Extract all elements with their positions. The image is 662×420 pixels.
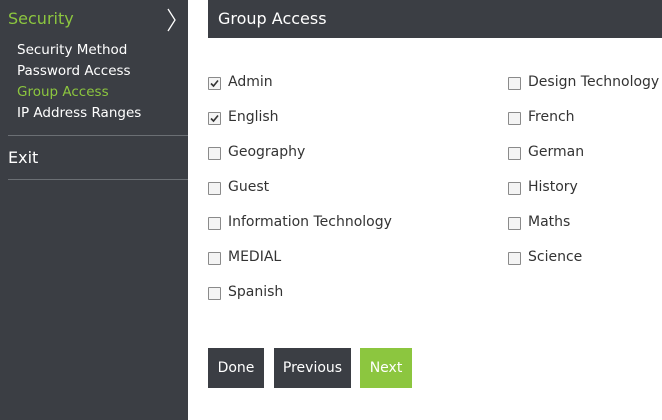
sidebar-item-security-method[interactable]: Security Method (17, 42, 127, 58)
group-label: Information Technology (228, 214, 392, 230)
page-header: Group Access (208, 0, 662, 38)
group-checkbox-row[interactable]: MEDIAL (208, 248, 488, 268)
checkbox[interactable] (508, 147, 521, 160)
sidebar-divider (8, 135, 188, 136)
group-label: History (528, 179, 578, 195)
checkbox[interactable] (208, 252, 221, 265)
group-label: Science (528, 249, 583, 265)
sidebar-section-security[interactable]: Security (0, 0, 188, 40)
group-checkbox-row[interactable]: French (508, 108, 658, 128)
checkbox[interactable] (208, 112, 221, 125)
checkbox[interactable] (208, 77, 221, 90)
sidebar-section-title: Security (8, 9, 74, 28)
checkbox[interactable] (208, 182, 221, 195)
group-checkbox-row[interactable]: German (508, 143, 658, 163)
previous-button[interactable]: Previous (274, 348, 351, 388)
next-button[interactable]: Next (360, 348, 412, 388)
group-checkbox-row[interactable]: English (208, 108, 488, 128)
sidebar-item-ip-address-ranges[interactable]: IP Address Ranges (17, 105, 141, 121)
checkbox[interactable] (508, 217, 521, 230)
checkbox[interactable] (208, 287, 221, 300)
group-checkbox-row[interactable]: Design Technology (508, 73, 660, 93)
checkbox[interactable] (208, 147, 221, 160)
checkbox[interactable] (508, 77, 521, 90)
page-title: Group Access (218, 9, 327, 28)
group-label: Guest (228, 179, 270, 195)
group-checkbox-row[interactable]: Maths (508, 213, 658, 233)
group-label: English (228, 109, 279, 125)
group-label: Spanish (228, 284, 284, 300)
sidebar-item-password-access[interactable]: Password Access (17, 63, 131, 79)
checkbox[interactable] (208, 217, 221, 230)
group-label: Geography (228, 144, 306, 160)
group-label: Admin (228, 74, 273, 90)
checkbox[interactable] (508, 182, 521, 195)
group-checkbox-row[interactable]: Science (508, 248, 658, 268)
group-checkbox-row[interactable]: Admin (208, 73, 488, 93)
sidebar-divider (8, 179, 188, 180)
group-checkbox-row[interactable]: Spanish (208, 283, 488, 303)
group-label: German (528, 144, 585, 160)
group-label: Design Technology (528, 74, 660, 90)
checkbox[interactable] (508, 252, 521, 265)
checkmark-icon (210, 114, 219, 123)
sidebar-item-group-access[interactable]: Group Access (17, 84, 109, 100)
group-checkbox-row[interactable]: Guest (208, 178, 488, 198)
group-label: French (528, 109, 575, 125)
group-label: MEDIAL (228, 249, 282, 265)
checkbox[interactable] (508, 112, 521, 125)
group-label: Maths (528, 214, 571, 230)
group-checkbox-row[interactable]: History (508, 178, 658, 198)
sidebar: Security Security Method Password Access… (0, 0, 188, 420)
done-button[interactable]: Done (208, 348, 264, 388)
sidebar-item-exit[interactable]: Exit (8, 148, 38, 167)
group-checkbox-row[interactable]: Geography (208, 143, 488, 163)
checkmark-icon (210, 79, 219, 88)
chevron-right-icon (167, 8, 176, 32)
group-checkbox-row[interactable]: Information Technology (208, 213, 488, 233)
